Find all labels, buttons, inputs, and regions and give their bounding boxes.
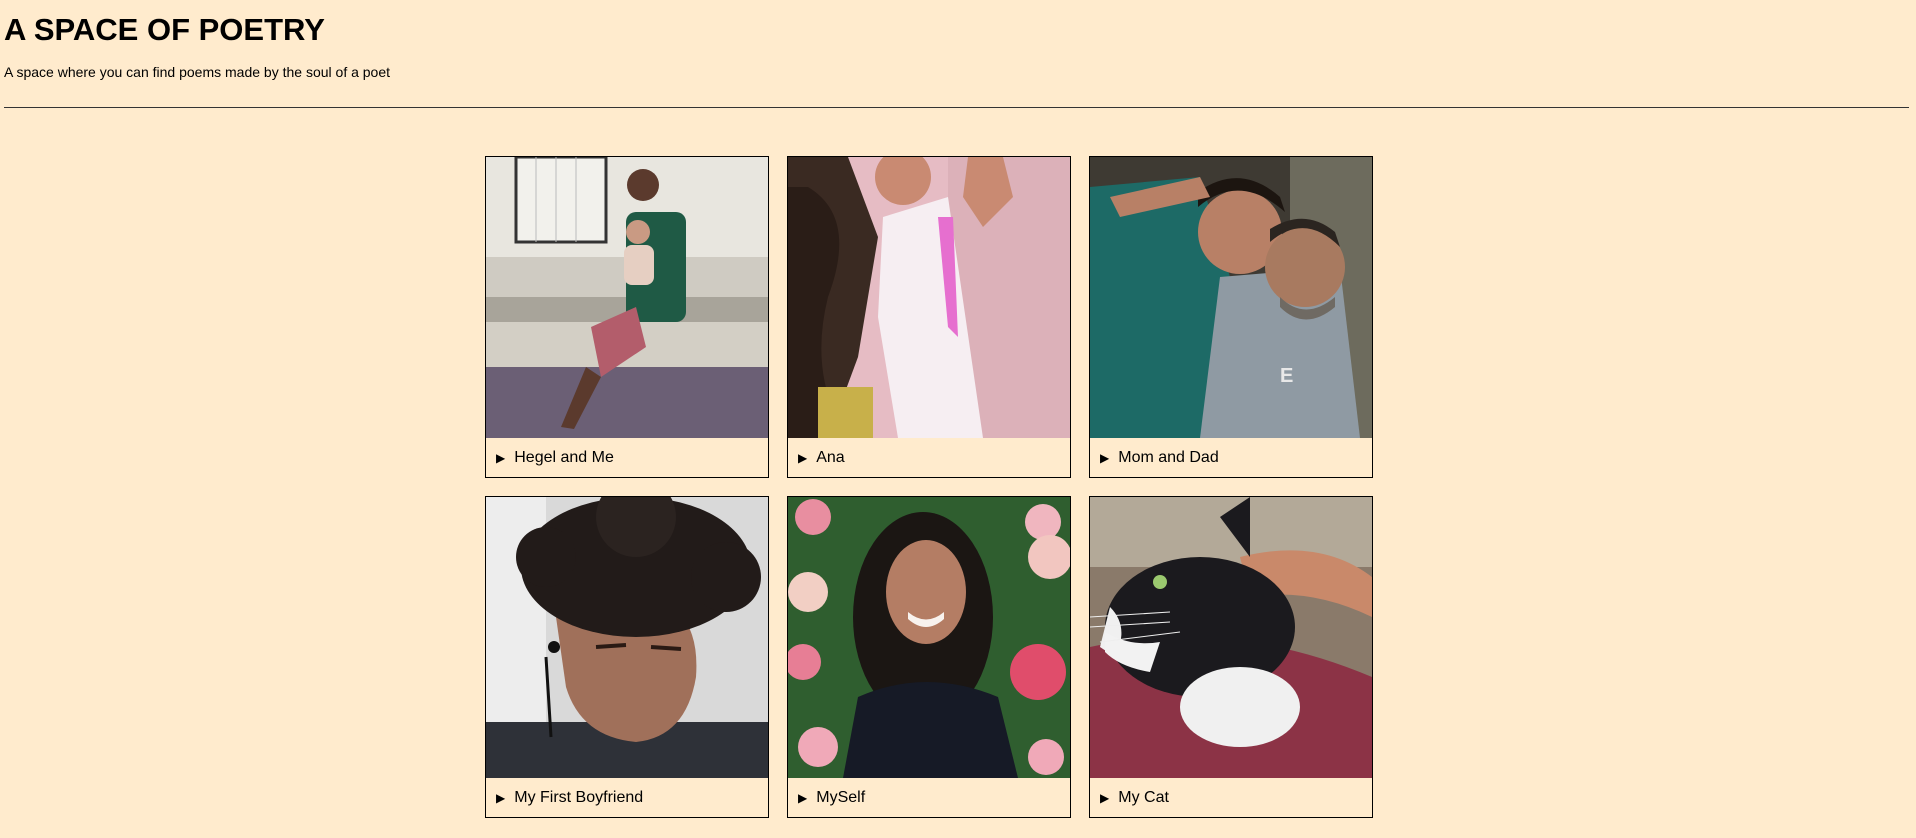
photo-mom-and-dad: E: [1090, 157, 1372, 438]
gallery-card: ▶ MySelf: [787, 496, 1071, 818]
gallery-card: ▶ My First Boyfriend: [485, 496, 769, 818]
photo-myself: [788, 497, 1070, 778]
disclosure-triangle-icon: ▶: [496, 790, 506, 805]
gallery-card: ▶ Hegel and Me: [485, 156, 769, 478]
caption-mom-and-dad[interactable]: ▶ Mom and Dad: [1090, 438, 1372, 477]
caption-label: Mom and Dad: [1118, 448, 1219, 466]
photo-my-first-boyfriend: [486, 497, 768, 778]
disclosure-triangle-icon: ▶: [1100, 450, 1110, 465]
caption-label: MySelf: [816, 788, 866, 806]
disclosure-triangle-icon: ▶: [1100, 790, 1110, 805]
photo-my-cat: [1090, 497, 1372, 778]
caption-label: My First Boyfriend: [514, 788, 644, 806]
photo-hegel-and-me: [486, 157, 768, 438]
caption-ana[interactable]: ▶ Ana: [788, 438, 1070, 477]
photo-gallery: ▶ Hegel and Me ▶ Ana E ▶ Mom and Dad ▶ M…: [485, 156, 1375, 818]
disclosure-triangle-icon: ▶: [798, 790, 808, 805]
caption-label: My Cat: [1118, 788, 1169, 806]
disclosure-triangle-icon: ▶: [496, 450, 506, 465]
header-divider: [4, 107, 1909, 108]
page-subtitle: A space where you can find poems made by…: [4, 64, 391, 80]
gallery-card: ▶ Ana: [787, 156, 1071, 478]
caption-label: Hegel and Me: [514, 448, 614, 466]
caption-label: Ana: [816, 448, 845, 466]
gallery-card: E ▶ Mom and Dad: [1089, 156, 1373, 478]
caption-hegel-and-me[interactable]: ▶ Hegel and Me: [486, 438, 768, 477]
caption-myself[interactable]: ▶ MySelf: [788, 778, 1070, 817]
svg-text:E: E: [1280, 365, 1293, 387]
disclosure-triangle-icon: ▶: [798, 450, 808, 465]
page-title: A SPACE OF POETRY: [4, 12, 325, 47]
gallery-card: ▶ My Cat: [1089, 496, 1373, 818]
caption-my-cat[interactable]: ▶ My Cat: [1090, 778, 1372, 817]
photo-ana: [788, 157, 1070, 438]
caption-my-first-boyfriend[interactable]: ▶ My First Boyfriend: [486, 778, 768, 817]
